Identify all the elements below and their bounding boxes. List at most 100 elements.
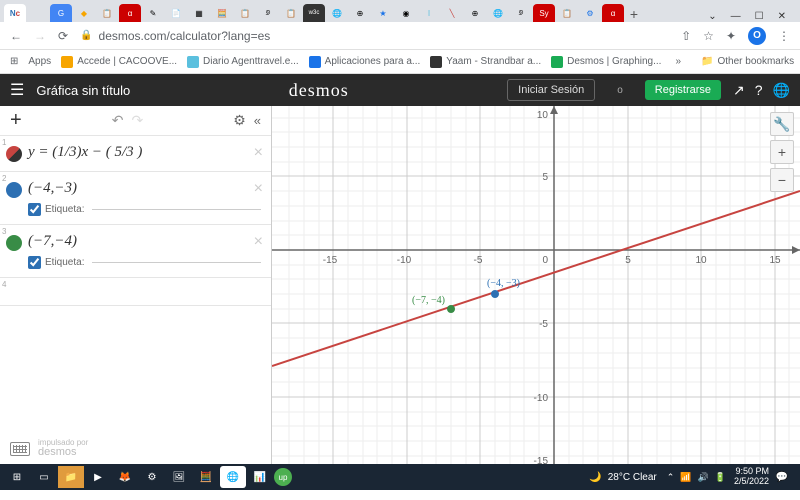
task-view-icon[interactable]: ▭	[31, 466, 57, 488]
zoom-out-button[interactable]: −	[770, 168, 794, 192]
tab[interactable]: 📋	[280, 4, 302, 22]
tab[interactable]: 🧮	[211, 4, 233, 22]
tray-up-icon[interactable]: ⌃	[667, 472, 675, 483]
back-icon[interactable]: ←	[10, 29, 22, 43]
tab-current[interactable]: Nc	[4, 4, 26, 22]
profile-avatar[interactable]: O	[748, 27, 766, 45]
bookmark-item[interactable]: Diario Agenttravel.e...	[187, 56, 299, 68]
apps-icon[interactable]: ⊞	[10, 56, 18, 67]
expression-row[interactable]: 3 × (−7,−4) Etiqueta:	[0, 225, 271, 278]
point-color-icon[interactable]	[6, 235, 22, 251]
bookmark-item[interactable]: Desmos | Graphing...	[551, 56, 661, 68]
share-graph-icon[interactable]: ↗	[733, 82, 745, 99]
extensions-icon[interactable]: ✦	[726, 29, 736, 43]
tab[interactable]: α	[602, 4, 624, 22]
bookmark-star-icon[interactable]: ☆	[703, 29, 714, 43]
tab[interactable]: G	[50, 4, 72, 22]
settings-icon[interactable]: ⚙	[233, 112, 246, 129]
tab[interactable]: 📋	[234, 4, 256, 22]
taskbar-app[interactable]: ⚙	[139, 466, 165, 488]
tab[interactable]: 🌐	[326, 4, 348, 22]
language-icon[interactable]: 🌐	[773, 82, 790, 99]
weather-icon[interactable]: 🌙	[589, 472, 601, 483]
tray-volume-icon[interactable]: 🔊	[698, 472, 709, 483]
point-color-icon[interactable]	[6, 182, 22, 198]
undo-icon[interactable]: ↶	[112, 112, 124, 129]
tab[interactable]: 📋	[96, 4, 118, 22]
tab[interactable]: l	[418, 4, 440, 22]
notifications-icon[interactable]: 💬	[769, 466, 795, 488]
wrench-icon[interactable]: 🔧	[770, 112, 794, 136]
start-button[interactable]: ⊞	[4, 466, 30, 488]
bookmark-item[interactable]: Accede | CACOOVE...	[61, 56, 177, 68]
plot-point-green[interactable]	[447, 305, 455, 313]
window-minimize-icon[interactable]: —	[731, 11, 741, 22]
new-tab-button[interactable]: +	[625, 6, 643, 22]
label-checkbox[interactable]	[28, 256, 41, 269]
expr-formula[interactable]: y = (1/3)x − ( 5/3 )	[28, 144, 261, 161]
tab[interactable]: α	[119, 4, 141, 22]
system-clock[interactable]: 9:50 PM 2/5/2022	[734, 467, 769, 487]
reload-icon[interactable]: ⟳	[58, 29, 68, 43]
graph-title[interactable]: Gráfica sin título	[36, 83, 130, 98]
window-maximize-icon[interactable]: ☐	[755, 11, 764, 22]
bookmark-apps[interactable]: Apps	[28, 56, 51, 67]
expr-formula[interactable]: (−4,−3)	[28, 180, 261, 197]
keypad-toggle-icon[interactable]	[10, 442, 30, 456]
tab[interactable]: ◆	[73, 4, 95, 22]
taskbar-firefox[interactable]: 🦊	[112, 466, 138, 488]
taskbar-app[interactable]: ▶	[85, 466, 111, 488]
line-color-icon[interactable]	[6, 146, 22, 162]
other-bookmarks[interactable]: 📁Other bookmarks	[701, 56, 794, 67]
url-field[interactable]: 🔒 desmos.com/calculator?lang=es	[80, 29, 669, 43]
tab[interactable]: 📄	[165, 4, 187, 22]
zoom-in-button[interactable]: +	[770, 140, 794, 164]
register-button[interactable]: Registrarse	[645, 80, 721, 100]
delete-expr-icon[interactable]: ×	[254, 144, 263, 162]
forward-icon[interactable]: →	[34, 29, 46, 43]
expr-formula[interactable]: (−7,−4)	[28, 233, 261, 250]
tab[interactable]: ✎	[142, 4, 164, 22]
delete-expr-icon[interactable]: ×	[254, 233, 263, 251]
tab[interactable]: ୭	[510, 4, 532, 22]
tab[interactable]: ★	[372, 4, 394, 22]
taskbar-app[interactable]: 📁	[58, 466, 84, 488]
taskbar-app[interactable]: 🖼	[166, 466, 192, 488]
help-icon[interactable]: ?	[755, 82, 763, 99]
taskbar-chrome[interactable]: 🌐	[220, 466, 246, 488]
window-close-icon[interactable]: ✕	[778, 11, 786, 22]
tab[interactable]: 📋	[556, 4, 578, 22]
share-icon[interactable]: ⇧	[681, 29, 691, 43]
tab[interactable]: w3c	[303, 4, 325, 22]
delete-expr-icon[interactable]: ×	[254, 180, 263, 198]
tab[interactable]: ⊕	[349, 4, 371, 22]
label-checkbox[interactable]	[28, 203, 41, 216]
tray-battery-icon[interactable]: 🔋	[715, 472, 726, 483]
tray-wifi-icon[interactable]: 📶	[680, 472, 691, 483]
tab[interactable]: ୭	[257, 4, 279, 22]
menu-icon[interactable]: ⋮	[778, 29, 790, 43]
tab[interactable]: ▦	[188, 4, 210, 22]
graph-canvas[interactable]: -15-10-5051015 5-5-10-15 10 (−4, −3) (−7…	[272, 106, 800, 464]
tab[interactable]: ╲	[441, 4, 463, 22]
redo-icon[interactable]: ↷	[131, 112, 143, 129]
collapse-sidebar-icon[interactable]: «	[254, 113, 261, 128]
expression-row[interactable]: 1 × y = (1/3)x − ( 5/3 )	[0, 136, 271, 172]
taskbar-app[interactable]: up	[274, 468, 292, 486]
expression-row-empty[interactable]: 4	[0, 278, 271, 306]
tab[interactable]: ⊕	[464, 4, 486, 22]
tab[interactable]: ◉	[395, 4, 417, 22]
add-expression-button[interactable]: +	[10, 109, 22, 132]
tab[interactable]: ⚙	[579, 4, 601, 22]
hamburger-icon[interactable]: ☰	[10, 80, 24, 100]
login-button[interactable]: Iniciar Sesión	[507, 79, 595, 101]
expression-row[interactable]: 2 × (−4,−3) Etiqueta:	[0, 172, 271, 225]
window-dropdown-icon[interactable]: ⌄	[708, 11, 716, 22]
taskbar-app[interactable]: 📊	[247, 466, 273, 488]
plot-point-blue[interactable]	[491, 290, 499, 298]
taskbar-calculator[interactable]: 🧮	[193, 466, 219, 488]
bookmark-item[interactable]: Aplicaciones para a...	[309, 56, 421, 68]
tab[interactable]: Sy	[533, 4, 555, 22]
tab[interactable]: 🌐	[487, 4, 509, 22]
bookmark-item[interactable]: Yaam - Strandbar a...	[430, 56, 541, 68]
